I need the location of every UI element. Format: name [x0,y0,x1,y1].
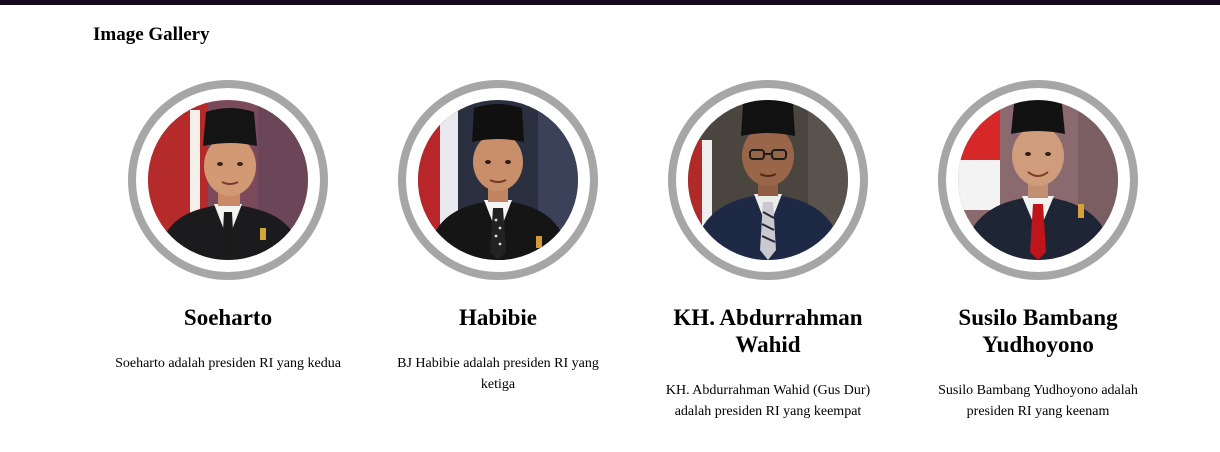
portrait-image[interactable] [148,100,308,260]
portrait-ring [128,80,328,280]
card-name: Habibie [459,305,537,330]
portrait-ring [398,80,598,280]
card-description: BJ Habibie adalah presiden RI yang ketig… [397,356,599,392]
portrait-image[interactable] [958,100,1118,260]
portrait-image[interactable] [418,100,578,260]
gallery-card-susilo-bambang-yudhoyono: Susilo Bambang Yudhoyono Susilo Bambang … [918,80,1158,422]
card-description: Susilo Bambang Yudhoyono adalah presiden… [938,383,1138,419]
portrait-image[interactable] [688,100,848,260]
card-name: Susilo Bambang Yudhoyono [958,305,1118,357]
portrait-ring [668,80,868,280]
card-description: KH. Abdurrahman Wahid (Gus Dur) adalah p… [665,383,871,419]
gallery-card-habibie: Habibie BJ Habibie adalah presiden RI ya… [378,80,618,395]
card-name: Soeharto [183,305,273,330]
gallery-card-abdurrahman-wahid: KH. Abdurrahman Wahid KH. Abdurrahman Wa… [648,80,888,422]
card-description: Soeharto adalah presiden RI yang kedua [115,356,341,371]
gallery-grid: Soeharto Soeharto adalah presiden RI yan… [0,0,1220,452]
portrait-ring [938,80,1138,280]
card-name: KH. Abdurrahman Wahid [673,305,863,357]
gallery-card-soeharto: Soeharto Soeharto adalah presiden RI yan… [108,80,348,374]
